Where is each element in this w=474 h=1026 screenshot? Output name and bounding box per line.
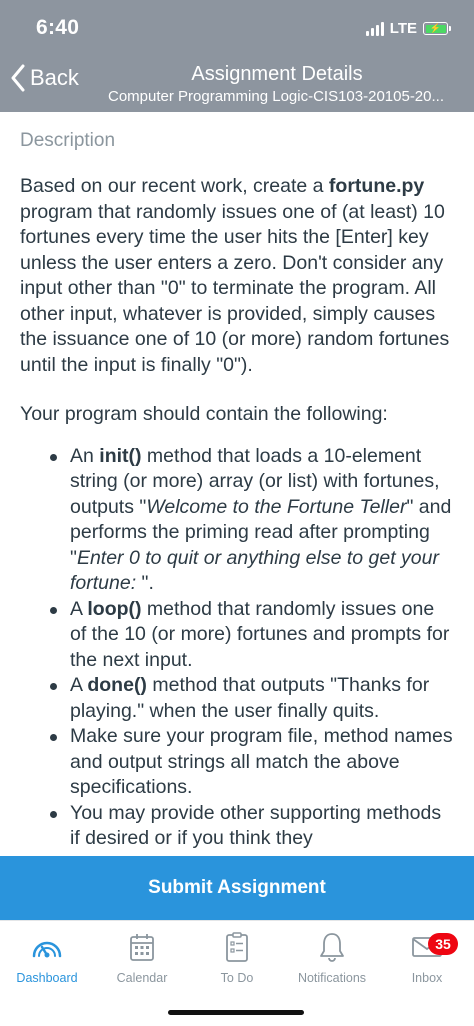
description-paragraph: Based on our recent work, create a fortu… <box>20 175 450 376</box>
list-item: Make sure your program file, method name… <box>50 724 454 801</box>
tab-label: Calendar <box>116 971 168 985</box>
submit-assignment-button[interactable]: Submit Assignment <box>0 856 474 920</box>
inbox-unread-badge: 35 <box>428 933 458 955</box>
tab-todo[interactable]: To Do <box>190 929 284 985</box>
back-label: Back <box>30 65 79 90</box>
list-item: A done() method that outputs "Thanks for… <box>50 673 454 724</box>
tab-notifications[interactable]: Notifications <box>285 929 379 985</box>
description-heading: Description <box>20 130 116 151</box>
battery-charging-icon: ⚡ <box>423 22 451 35</box>
tab-calendar[interactable]: Calendar <box>95 929 189 985</box>
dashboard-gauge-icon <box>32 941 62 958</box>
todo-clipboard-icon <box>226 932 248 962</box>
network-type: LTE <box>389 20 417 37</box>
list-item: A loop() method that randomly issues one… <box>50 597 454 674</box>
requirements-list: An init() method that loads a 10-element… <box>20 444 454 852</box>
app-header: 6:40 LTE ⚡ Back Assignment Details Compu… <box>0 0 474 112</box>
tab-dashboard[interactable]: Dashboard <box>0 929 94 985</box>
home-indicator <box>168 1010 304 1015</box>
tab-label: Inbox <box>411 971 443 985</box>
bell-icon <box>320 933 344 962</box>
page-title: Assignment Details <box>191 63 363 85</box>
status-indicators: LTE ⚡ <box>365 20 451 37</box>
tab-label: Notifications <box>297 971 367 985</box>
status-time: 6:40 <box>36 16 80 39</box>
assignment-content[interactable]: Description Based on our recent work, cr… <box>0 112 474 856</box>
course-subtitle: Computer Programming Logic-CIS103-20105-… <box>108 88 444 105</box>
calendar-icon <box>130 934 154 961</box>
signal-strength-icon <box>365 21 384 36</box>
requirements-lead-in: Your program should contain the followin… <box>20 403 388 425</box>
tab-label: Dashboard <box>16 971 78 985</box>
tab-label: To Do <box>220 971 254 985</box>
chevron-left-icon <box>11 64 25 92</box>
filename-bold: fortune.py <box>328 175 425 197</box>
tab-inbox[interactable]: 35 Inbox <box>380 929 474 985</box>
list-item: You may provide other supporting methods… <box>50 801 454 852</box>
back-button[interactable]: Back <box>10 64 79 92</box>
list-item: An init() method that loads a 10-element… <box>50 444 454 597</box>
